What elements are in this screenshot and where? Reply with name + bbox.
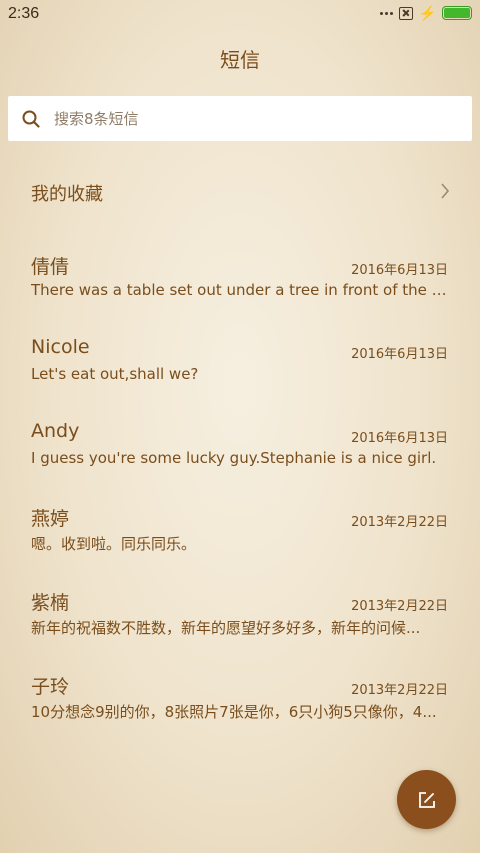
message-date: 2013年2月22日 xyxy=(351,599,448,614)
compose-icon xyxy=(418,791,435,808)
conversation-item[interactable]: Andy 2016年6月13日 I guess you're some luck… xyxy=(0,408,480,492)
message-date: 2016年6月13日 xyxy=(351,431,448,446)
conversation-item[interactable]: 倩倩 2016年6月13日 There was a table set out … xyxy=(0,240,480,324)
message-date: 2013年2月22日 xyxy=(351,683,448,698)
message-date: 2016年6月13日 xyxy=(351,263,448,278)
message-date: 2016年6月13日 xyxy=(351,347,448,362)
favorites-row[interactable]: 我的收藏 xyxy=(0,168,480,216)
message-preview: 10分想念9别的你，8张照片7张是你，6只小狗5只像你，4... xyxy=(31,703,437,721)
charging-bolt-icon: ⚡ xyxy=(418,5,436,21)
message-preview: There was a table set out under a tree i… xyxy=(31,281,449,299)
conversation-list: 倩倩 2016年6月13日 There was a table set out … xyxy=(0,240,480,744)
contact-name: Nicole xyxy=(31,336,90,358)
message-preview: Let's eat out,shall we? xyxy=(31,365,199,383)
message-date: 2013年2月22日 xyxy=(351,515,448,530)
status-bar: 2:36 ⚡ xyxy=(0,0,480,28)
contact-name: 倩倩 xyxy=(31,256,70,278)
conversation-item[interactable]: 燕婷 2013年2月22日 嗯。收到啦。同乐同乐。 xyxy=(0,492,480,576)
conversation-item[interactable]: Nicole 2016年6月13日 Let's eat out,shall we… xyxy=(0,324,480,408)
conversation-item[interactable]: 紫楠 2013年2月22日 新年的祝福数不胜数，新年的愿望好多好多，新年的问候.… xyxy=(0,576,480,660)
compose-button[interactable] xyxy=(397,770,456,829)
chevron-right-icon xyxy=(441,183,450,199)
search-icon xyxy=(22,110,40,128)
status-time: 2:36 xyxy=(8,5,40,22)
conversation-item[interactable]: 子玲 2013年2月22日 10分想念9别的你，8张照片7张是你，6只小狗5只像… xyxy=(0,660,480,744)
page-title: 短信 xyxy=(220,48,260,72)
message-preview: 嗯。收到啦。同乐同乐。 xyxy=(31,535,197,553)
status-icons: ⚡ xyxy=(379,5,472,21)
battery-level-fill xyxy=(444,8,470,18)
contact-name: Andy xyxy=(31,420,80,442)
search-input[interactable] xyxy=(54,109,434,128)
battery-icon xyxy=(442,6,472,20)
message-preview: 新年的祝福数不胜数，新年的愿望好多好多，新年的问候... xyxy=(31,619,421,637)
contact-name: 燕婷 xyxy=(31,508,70,530)
search-bar[interactable] xyxy=(8,96,472,141)
contact-name: 子玲 xyxy=(31,676,70,698)
message-preview: I guess you're some lucky guy.Stephanie … xyxy=(31,449,437,467)
favorites-label: 我的收藏 xyxy=(31,184,103,205)
contact-name: 紫楠 xyxy=(31,592,70,614)
no-sim-icon xyxy=(398,6,413,20)
signal-dots-icon xyxy=(379,11,393,15)
